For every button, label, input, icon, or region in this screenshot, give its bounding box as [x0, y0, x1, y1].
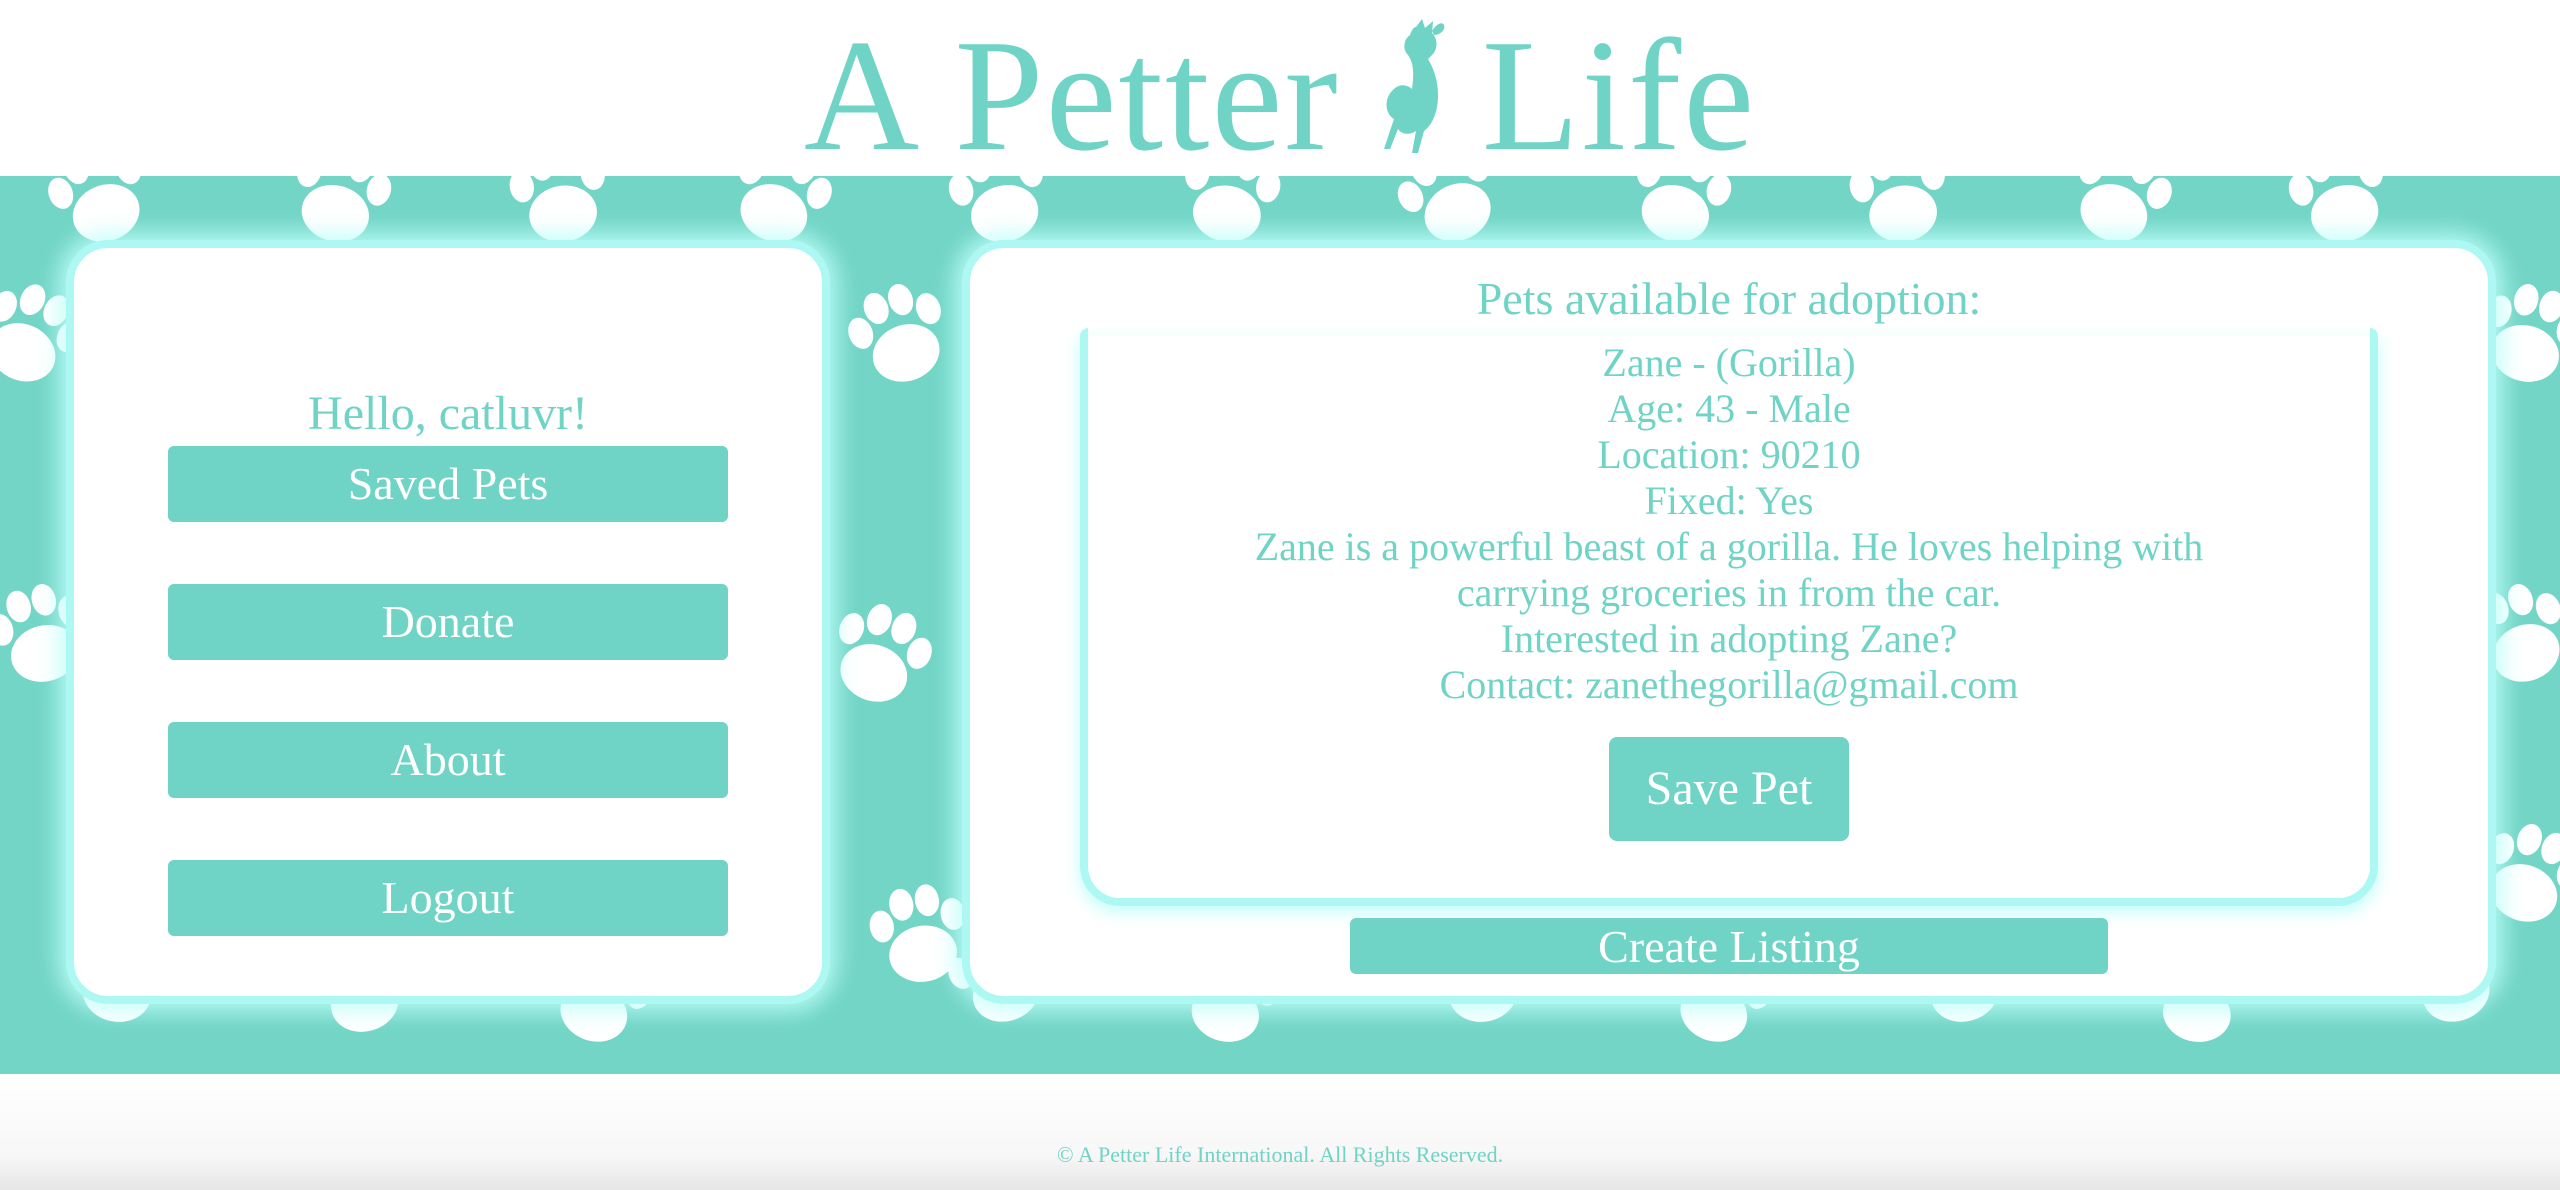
donate-button[interactable]: Donate — [168, 584, 728, 660]
paw-banner: Hello, catluvr! Saved Pets Donate About … — [0, 176, 2560, 1074]
paw-print-icon — [509, 176, 605, 242]
logo-text-start: A Petter — [803, 6, 1340, 184]
site-footer: © A Petter Life International. All Right… — [0, 1074, 2560, 1190]
about-button[interactable]: About — [168, 722, 728, 798]
saved-pets-button[interactable]: Saved Pets — [168, 446, 728, 522]
logo-text-end: Life — [1481, 6, 1757, 184]
user-panel: Hello, catluvr! Saved Pets Donate About … — [66, 240, 830, 1004]
pet-listing-card: Zane - (Gorilla) Age: 43 - Male Location… — [1080, 328, 2378, 906]
pet-description-line-2: carrying groceries in from the car. — [1456, 570, 2002, 615]
paw-print-icon — [1849, 176, 1945, 242]
paw-print-icon — [1185, 176, 1281, 242]
paw-print-icon — [848, 284, 941, 382]
pet-fixed: Fixed: Yes — [1644, 478, 1814, 523]
greeting-text: Hello, catluvr! — [308, 387, 588, 440]
save-pet-button[interactable]: Save Pet — [1609, 737, 1849, 841]
logout-button[interactable]: Logout — [168, 860, 728, 936]
pet-location: Location: 90210 — [1597, 432, 1861, 477]
paw-print-icon — [839, 604, 932, 702]
pet-name: Zane - (Gorilla) — [1602, 340, 1856, 385]
copyright-text: © A Petter Life International. All Right… — [1056, 1142, 1504, 1167]
pet-details: Zane - (Gorilla) Age: 43 - Male Location… — [1088, 340, 2370, 708]
adoption-heading: Pets available for adoption: — [1476, 273, 1982, 324]
pet-contact: Contact: zanethegorilla@gmail.com — [1439, 662, 2019, 707]
pet-age: Age: 43 - Male — [1607, 386, 1851, 431]
adoption-panel: Pets available for adoption: Zane - (Gor… — [962, 240, 2496, 1004]
site-logo[interactable]: A Petter Life — [0, 10, 2560, 180]
pet-description-line-1: Zane is a powerful beast of a gorilla. H… — [1254, 524, 2204, 569]
pet-interest-text: Interested in adopting Zane? — [1500, 616, 1958, 661]
cat-icon — [1383, 19, 1445, 153]
site-header: A Petter Life — [0, 0, 2560, 180]
create-listing-button[interactable]: Create Listing — [1350, 918, 2108, 974]
